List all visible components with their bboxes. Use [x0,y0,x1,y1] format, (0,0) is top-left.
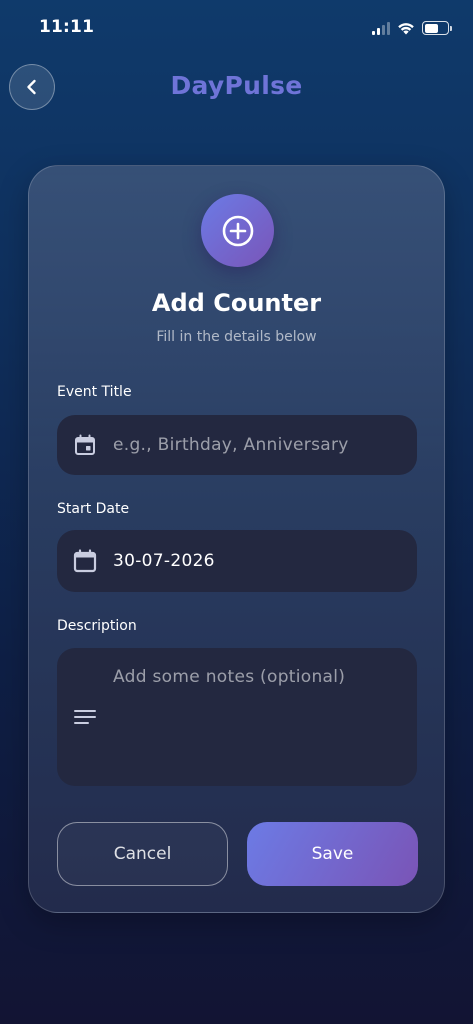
event-title-label: Event Title [57,384,132,400]
event-title-field[interactable]: e.g., Birthday, Anniversary [57,415,417,475]
description-label: Description [57,618,137,634]
status-icons [372,19,452,37]
notes-lines-icon [57,648,113,786]
status-time: 11:11 [39,17,95,37]
event-title-placeholder: e.g., Birthday, Anniversary [113,435,349,455]
add-counter-card: Add Counter Fill in the details below Ev… [28,165,445,913]
status-bar: 11:11 [0,0,473,56]
card-subtitle: Fill in the details below [156,329,317,345]
description-placeholder: Add some notes (optional) [113,667,346,687]
add-circle-icon [201,194,274,267]
cancel-button[interactable]: Cancel [57,822,228,886]
cellular-signal-icon [372,21,390,35]
calendar-icon [57,548,113,574]
start-date-value: 30-07-2026 [113,551,215,571]
save-button[interactable]: Save [247,822,418,886]
app-title: DayPulse [170,71,303,100]
description-textarea[interactable]: Add some notes (optional) [57,648,417,786]
wifi-icon [398,23,414,35]
event-calendar-icon [57,433,113,457]
card-title: Add Counter [151,289,322,317]
start-date-label: Start Date [57,501,130,517]
battery-icon [422,21,452,35]
start-date-field[interactable]: 30-07-2026 [57,530,417,592]
